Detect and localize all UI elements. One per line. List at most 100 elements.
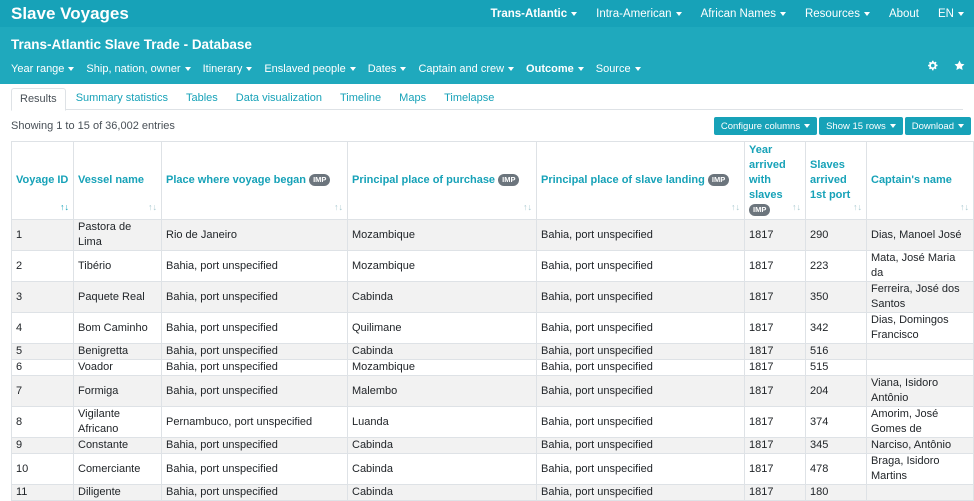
column-header-captain[interactable]: Captain's name ↑↓ — [866, 141, 974, 220]
download-button[interactable]: Download — [904, 117, 971, 135]
cell-year: 1817 — [744, 359, 806, 376]
tab-timelapse[interactable]: Timelapse — [436, 88, 502, 110]
cell-year: 1817 — [744, 375, 806, 407]
cell-id: 5 — [11, 343, 74, 360]
cell-year: 1817 — [744, 484, 806, 501]
top-nav-about[interactable]: About — [889, 8, 919, 20]
sort-icon[interactable]: ↑↓ — [334, 200, 343, 215]
cell-captain — [866, 359, 974, 376]
sort-icon[interactable]: ↑↓ — [853, 200, 862, 215]
column-header-slaves[interactable]: Slaves arrived 1st port ↑↓ — [805, 141, 867, 220]
filter-bar: Year range Ship, nation, owner Itinerary En… — [0, 60, 653, 78]
top-nav-trans-atlantic[interactable]: Trans-Atlantic — [490, 8, 578, 20]
filter-enslaved-people[interactable]: Enslaved people — [264, 63, 356, 75]
table-row[interactable]: 10 Comerciante Bahia, port unspecified Cabi… — [11, 453, 974, 485]
table-actions: Configure columns Show 15 rows Download — [713, 117, 971, 135]
top-nav-label: African Names — [700, 7, 776, 20]
chevron-down-icon — [958, 124, 964, 128]
table-row[interactable]: 5 Benigretta Bahia, port unspecified Cabind… — [11, 343, 974, 360]
sort-icon[interactable]: ↑↓ — [148, 200, 157, 215]
tab-data-visualization[interactable]: Data visualization — [228, 88, 330, 110]
cell-slaves: 290 — [805, 219, 867, 251]
table-row[interactable]: 3 Paquete Real Bahia, port unspecified Cabi… — [11, 281, 974, 313]
tab-timeline[interactable]: Timeline — [332, 88, 389, 110]
cell-id: 1 — [11, 219, 74, 251]
sort-icon[interactable]: ↑↓ — [523, 200, 532, 215]
header-actions — [927, 60, 965, 74]
cell-purchase: Luanda — [347, 406, 537, 438]
table-row[interactable]: 4 Bom Caminho Bahia, port unspecified Quili… — [11, 312, 974, 344]
cell-captain — [866, 484, 974, 501]
configure-columns-button[interactable]: Configure columns — [713, 117, 818, 135]
column-header-label: Year arrived with slaves — [749, 144, 786, 201]
column-header-purchase[interactable]: Principal place of purchase IMP ↑↓ — [347, 141, 537, 220]
cell-captain: Narciso, Antônio — [866, 437, 974, 454]
filter-ship-nation-owner[interactable]: Ship, nation, owner — [86, 63, 191, 75]
column-header-id[interactable]: Voyage ID ↑↓ — [11, 141, 74, 220]
cell-purchase: Mozambique — [347, 359, 537, 376]
filter-year-range[interactable]: Year range — [11, 63, 75, 75]
table-row[interactable]: 11 Diligente Bahia, port unspecified Cabind… — [11, 484, 974, 501]
column-header-label: Captain's name — [871, 174, 952, 186]
column-header-landing[interactable]: Principal place of slave landing IMP ↑↓ — [536, 141, 745, 220]
filter-captain-and-crew[interactable]: Captain and crew — [418, 63, 515, 75]
table-row[interactable]: 7 Formiga Bahia, port unspecified Malembo Ba… — [11, 375, 974, 407]
brand-logo[interactable]: Slave Voyages — [0, 4, 129, 24]
top-nav-intra-american[interactable]: Intra-American — [596, 7, 682, 20]
cell-vessel: Pastora de Lima — [73, 219, 162, 251]
cell-vessel: Voador — [73, 359, 162, 376]
top-nav-resources[interactable]: Resources — [805, 8, 870, 20]
cell-year: 1817 — [744, 437, 806, 454]
sort-icon[interactable]: ↑↓ — [792, 200, 801, 215]
table-row[interactable]: 6 Voador Bahia, port unspecified Mozambique… — [11, 359, 974, 376]
column-header-label: Principal place of slave landing — [541, 174, 705, 186]
sort-ascending-icon[interactable]: ↑↓ — [60, 200, 69, 215]
sort-icon[interactable]: ↑↓ — [960, 200, 969, 215]
table-row[interactable]: 8 Vigilante Africano Pernambuco, port unsp… — [11, 406, 974, 438]
cell-purchase: Mozambique — [347, 219, 537, 251]
cell-slaves: 478 — [805, 453, 867, 485]
top-nav-african-names[interactable]: African Names — [701, 8, 786, 20]
table-body: 1 Pastora de Lima Rio de Janeiro Mozambique… — [11, 219, 974, 501]
cell-landing: Bahia, port unspecified — [536, 375, 745, 407]
cell-id: 3 — [11, 281, 74, 313]
chevron-down-icon — [349, 67, 356, 71]
cell-landing: Bahia, port unspecified — [536, 312, 745, 344]
cell-landing: Bahia, port unspecified — [536, 219, 745, 251]
filter-source[interactable]: Source — [596, 63, 641, 75]
top-nav-en[interactable]: EN — [938, 8, 964, 20]
tab-results[interactable]: Results — [11, 88, 66, 111]
cell-slaves: 374 — [805, 406, 867, 438]
cell-landing: Bahia, port unspecified — [536, 453, 745, 485]
cell-slaves: 342 — [805, 312, 867, 344]
top-nav-label: Intra-American — [596, 7, 672, 20]
star-icon[interactable] — [954, 60, 965, 74]
cell-purchase: Cabinda — [347, 484, 537, 501]
show-rows-button[interactable]: Show 15 rows — [819, 117, 903, 135]
column-header-began[interactable]: Place where voyage began IMP ↑↓ — [161, 141, 348, 220]
filter-itinerary[interactable]: Itinerary — [203, 63, 253, 75]
tab-maps[interactable]: Maps — [391, 88, 434, 110]
filter-label: Dates — [367, 63, 397, 75]
chevron-down-icon — [958, 11, 964, 16]
sort-icon[interactable]: ↑↓ — [731, 200, 740, 215]
filter-label: Outcome — [526, 63, 574, 75]
cell-captain: Braga, Isidoro Martins — [866, 453, 974, 485]
cell-year: 1817 — [744, 406, 806, 438]
gear-icon[interactable] — [927, 60, 938, 74]
table-row[interactable]: 1 Pastora de Lima Rio de Janeiro Mozambique… — [11, 219, 974, 251]
cell-purchase: Mozambique — [347, 250, 537, 282]
filter-outcome[interactable]: Outcome — [526, 63, 584, 75]
column-header-label: Place where voyage began — [166, 174, 307, 186]
cell-began: Bahia, port unspecified — [161, 312, 348, 344]
column-header-vessel[interactable]: Vessel name ↑↓ — [73, 141, 162, 220]
cell-captain: Dias, Domingos Francisco — [866, 312, 974, 344]
tab-tables[interactable]: Tables — [178, 88, 226, 110]
tab-summary-statistics[interactable]: Summary statistics — [68, 88, 176, 110]
table-row[interactable]: 2 Tibério Bahia, port unspecified Mozambiqu… — [11, 250, 974, 282]
filter-dates[interactable]: Dates — [368, 63, 407, 75]
table-row[interactable]: 9 Constante Bahia, port unspecified Cabinda… — [11, 437, 974, 454]
chevron-down-icon — [675, 11, 682, 16]
cell-slaves: 204 — [805, 375, 867, 407]
column-header-year[interactable]: Year arrived with slaves IMP ↑↓ — [744, 141, 806, 220]
